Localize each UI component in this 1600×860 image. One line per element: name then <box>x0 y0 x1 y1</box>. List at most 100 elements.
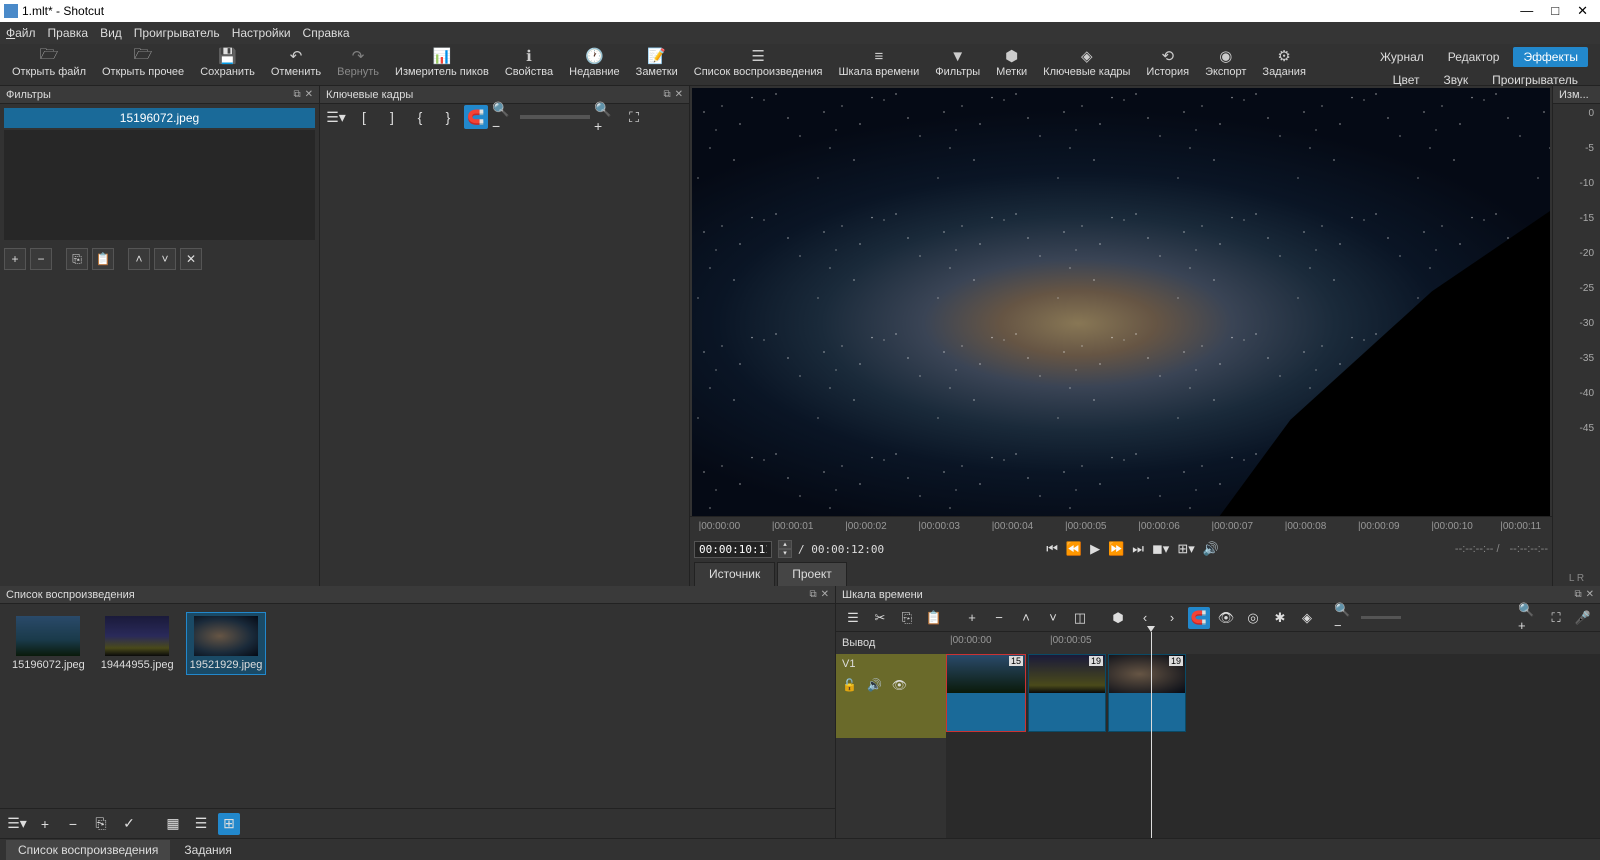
panel-undock-icon[interactable]: ⧉ <box>809 589 816 600</box>
tl-split-button[interactable]: ◫ <box>1069 607 1091 629</box>
forward-button[interactable]: ⏩ <box>1108 541 1124 557</box>
menu-file[interactable]: Файл <box>6 26 36 40</box>
pl-view-list-button[interactable]: ☰ <box>190 813 212 835</box>
kf-zoom-in-button[interactable]: 🔍+ <box>594 105 618 129</box>
open-file-button[interactable]: 🗁Открыть файл <box>4 47 94 78</box>
tl-ripple-button[interactable]: ◎ <box>1242 607 1264 629</box>
tl-marker-button[interactable]: ⬢ <box>1107 607 1129 629</box>
tl-record-button[interactable]: 🎤 <box>1572 607 1594 629</box>
menu-settings[interactable]: Настройки <box>232 26 291 40</box>
skip-next-button[interactable]: ⏭ <box>1132 541 1144 557</box>
tl-next-marker-button[interactable]: › <box>1161 607 1183 629</box>
export-button[interactable]: ◉Экспорт <box>1197 47 1254 78</box>
timeline-clip[interactable]: 15 <box>946 654 1026 732</box>
move-down-button[interactable]: ˅ <box>154 248 176 270</box>
tl-zoom-fit-button[interactable]: ⛶ <box>1545 607 1567 629</box>
panel-close-icon[interactable]: ✕ <box>821 589 829 600</box>
tl-copy-button[interactable]: ⎘ <box>896 607 918 629</box>
recent-button[interactable]: 🕐Недавние <box>561 47 628 78</box>
paste-filter-button[interactable]: 📋 <box>92 248 114 270</box>
zoom-mode-button[interactable]: ◼▾ <box>1152 541 1169 557</box>
playlist-item[interactable]: 19444955.jpeg <box>97 612 178 675</box>
move-up-button[interactable]: ˄ <box>128 248 150 270</box>
playlist-item[interactable]: 19521929.jpeg <box>186 612 267 675</box>
volume-button[interactable]: 🔊 <box>1203 541 1219 557</box>
bottom-tab-playlist[interactable]: Список воспроизведения <box>6 840 170 860</box>
tl-lift-button[interactable]: ˄ <box>1015 607 1037 629</box>
track-lock-icon[interactable]: 🔓 <box>842 678 857 692</box>
history-button[interactable]: ⟲История <box>1138 47 1197 78</box>
close-button[interactable]: ✕ <box>1577 3 1588 19</box>
panel-undock-icon[interactable]: ⧉ <box>293 89 300 100</box>
pl-update-button[interactable]: ⎘ <box>90 813 112 835</box>
minimize-button[interactable]: — <box>1520 3 1533 19</box>
remove-filter-button[interactable]: − <box>30 248 52 270</box>
tl-cut-button[interactable]: ✂ <box>869 607 891 629</box>
open-other-button[interactable]: 🗁Открыть прочее <box>94 47 192 78</box>
pl-add-button[interactable]: + <box>34 813 56 835</box>
properties-button[interactable]: ℹСвойства <box>497 47 561 78</box>
copy-filter-button[interactable]: ⎘ <box>66 248 88 270</box>
track-header[interactable]: V1 🔓 🔊 👁 <box>836 654 946 738</box>
kf-brace-open-button[interactable]: { <box>408 105 432 129</box>
playlist-body[interactable]: 15196072.jpeg 19444955.jpeg 19521929.jpe… <box>0 604 835 808</box>
tl-menu-button[interactable]: ☰ <box>842 607 864 629</box>
jobs-button[interactable]: ⚙Задания <box>1254 47 1313 78</box>
undo-button[interactable]: ↶Отменить <box>263 47 329 78</box>
tl-append-button[interactable]: + <box>961 607 983 629</box>
playlist-button[interactable]: ☰Список воспроизведения <box>686 47 831 78</box>
timeline-clip[interactable]: 19 <box>1028 654 1106 732</box>
tl-zoom-in-button[interactable]: 🔍+ <box>1518 607 1540 629</box>
kf-set-out-button[interactable]: ] <box>380 105 404 129</box>
grid-button[interactable]: ⊞▾ <box>1177 541 1194 557</box>
menu-help[interactable]: Справка <box>303 26 350 40</box>
pl-remove-button[interactable]: − <box>62 813 84 835</box>
filters-button[interactable]: ▼Фильтры <box>927 47 988 78</box>
tl-paste-button[interactable]: 📋 <box>923 607 945 629</box>
track-hide-icon[interactable]: 👁 <box>892 678 907 692</box>
save-button[interactable]: 💾Сохранить <box>192 47 263 78</box>
tab-project[interactable]: Проект <box>777 562 847 586</box>
timeline-track[interactable]: 15 19 19 <box>946 654 1600 738</box>
timeline-ruler[interactable]: |00:00:00 |00:00:05 <box>946 632 1600 654</box>
tab-journal[interactable]: Журнал <box>1370 47 1434 67</box>
tl-ripple-all-button[interactable]: ✱ <box>1269 607 1291 629</box>
tl-snap-button[interactable]: 🧲 <box>1188 607 1210 629</box>
add-filter-button[interactable]: + <box>4 248 26 270</box>
tab-editor[interactable]: Редактор <box>1438 47 1510 67</box>
kf-zoom-out-button[interactable]: 🔍− <box>492 105 516 129</box>
track-mute-icon[interactable]: 🔊 <box>867 678 882 692</box>
panel-undock-icon[interactable]: ⧉ <box>1574 589 1581 600</box>
filters-selected-clip[interactable]: 15196072.jpeg <box>4 108 315 128</box>
kf-snap-button[interactable]: 🧲 <box>464 105 488 129</box>
tl-zoom-out-button[interactable]: 🔍− <box>1334 607 1356 629</box>
menu-view[interactable]: Вид <box>100 26 122 40</box>
deselect-button[interactable]: ✕ <box>180 248 202 270</box>
skip-prev-button[interactable]: ⏮ <box>1046 541 1058 557</box>
peak-meter-button[interactable]: 📊Измеритель пиков <box>387 47 497 78</box>
menu-player[interactable]: Проигрыватель <box>134 26 220 40</box>
kf-menu-button[interactable]: ☰▾ <box>324 105 348 129</box>
preview-canvas[interactable] <box>692 88 1550 516</box>
tc-spin-up[interactable]: ▴ <box>778 540 792 549</box>
pl-view-tiles-button[interactable]: ⊞ <box>218 813 240 835</box>
pl-view-detail-button[interactable]: ▦ <box>162 813 184 835</box>
notes-button[interactable]: 📝Заметки <box>628 47 686 78</box>
tl-overwrite-button[interactable]: ˅ <box>1042 607 1064 629</box>
bottom-tab-jobs[interactable]: Задания <box>172 840 243 860</box>
kf-brace-close-button[interactable]: } <box>436 105 460 129</box>
kf-zoom-fit-button[interactable]: ⛶ <box>622 105 646 129</box>
preview-ruler[interactable]: |00:00:00 |00:00:01 |00:00:02 |00:00:03 … <box>690 516 1552 536</box>
timeline-playhead[interactable] <box>1151 632 1152 838</box>
timecode-input[interactable] <box>694 541 772 558</box>
redo-button[interactable]: ↷Вернуть <box>329 47 387 78</box>
panel-close-icon[interactable]: ✕ <box>675 89 683 100</box>
tl-ripple-markers-button[interactable]: ◈ <box>1296 607 1318 629</box>
tl-remove-button[interactable]: − <box>988 607 1010 629</box>
maximize-button[interactable]: □ <box>1551 3 1559 19</box>
panel-close-icon[interactable]: ✕ <box>305 89 313 100</box>
panel-close-icon[interactable]: ✕ <box>1586 589 1594 600</box>
tl-zoom-slider[interactable] <box>1361 616 1401 619</box>
rewind-button[interactable]: ⏪ <box>1066 541 1082 557</box>
tab-source[interactable]: Источник <box>694 562 775 586</box>
